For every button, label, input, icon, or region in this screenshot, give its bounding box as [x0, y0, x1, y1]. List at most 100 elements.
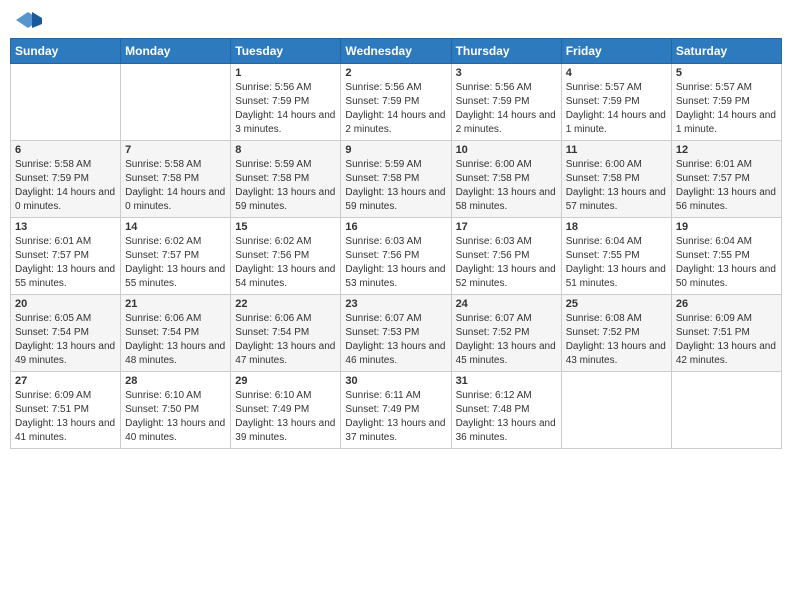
- day-detail: Sunrise: 6:04 AM Sunset: 7:55 PM Dayligh…: [676, 235, 777, 291]
- day-number: 23: [345, 298, 446, 310]
- calendar-cell: 23 Sunrise: 6:07 AM Sunset: 7:53 PM Dayli…: [341, 295, 451, 372]
- column-header-saturday: Saturday: [671, 39, 781, 64]
- day-detail: Sunrise: 5:58 AM Sunset: 7:59 PM Dayligh…: [15, 158, 116, 214]
- day-detail: Sunrise: 6:01 AM Sunset: 7:57 PM Dayligh…: [15, 235, 116, 291]
- day-detail: Sunrise: 5:59 AM Sunset: 7:58 PM Dayligh…: [235, 158, 336, 214]
- day-number: 15: [235, 221, 336, 233]
- day-number: 26: [676, 298, 777, 310]
- calendar-cell: [11, 64, 121, 141]
- calendar-cell: 30Sunrise: 6:11 AM Sunset: 7:49 PM Dayli…: [341, 372, 451, 449]
- calendar-cell: [561, 372, 671, 449]
- day-number: 25: [566, 298, 667, 310]
- day-detail: Sunrise: 6:04 AM Sunset: 7:55 PM Dayligh…: [566, 235, 667, 291]
- calendar-cell: 11Sunrise: 6:00 AM Sunset: 7:58 PM Dayli…: [561, 141, 671, 218]
- calendar-cell: 22 Sunrise: 6:06 AM Sunset: 7:54 PM Dayli…: [231, 295, 341, 372]
- calendar-cell: 26 Sunrise: 6:09 AM Sunset: 7:51 PM Dayli…: [671, 295, 781, 372]
- day-detail: Sunrise: 6:10 AM Sunset: 7:49 PM Dayligh…: [235, 389, 336, 445]
- calendar-cell: 27 Sunrise: 6:09 AM Sunset: 7:51 PM Dayli…: [11, 372, 121, 449]
- day-number: 21: [125, 298, 226, 310]
- day-number: 31: [456, 375, 557, 387]
- column-header-sunday: Sunday: [11, 39, 121, 64]
- calendar-cell: 25 Sunrise: 6:08 AM Sunset: 7:52 PM Dayli…: [561, 295, 671, 372]
- day-number: 28: [125, 375, 226, 387]
- day-detail: Sunrise: 6:02 AM Sunset: 7:56 PM Dayligh…: [235, 235, 336, 291]
- column-header-thursday: Thursday: [451, 39, 561, 64]
- calendar-table: SundayMondayTuesdayWednesdayThursdayFrid…: [10, 38, 782, 449]
- day-detail: Sunrise: 6:06 AM Sunset: 7:54 PM Dayligh…: [125, 312, 226, 368]
- day-detail: Sunrise: 6:10 AM Sunset: 7:50 PM Dayligh…: [125, 389, 226, 445]
- column-header-tuesday: Tuesday: [231, 39, 341, 64]
- calendar-cell: 24 Sunrise: 6:07 AM Sunset: 7:52 PM Dayli…: [451, 295, 561, 372]
- day-number: 29: [235, 375, 336, 387]
- calendar-cell: 13 Sunrise: 6:01 AM Sunset: 7:57 PM Dayli…: [11, 218, 121, 295]
- calendar-cell: 20 Sunrise: 6:05 AM Sunset: 7:54 PM Dayli…: [11, 295, 121, 372]
- day-detail: Sunrise: 6:01 AM Sunset: 7:57 PM Dayligh…: [676, 158, 777, 214]
- day-detail: Sunrise: 5:56 AM Sunset: 7:59 PM Dayligh…: [345, 81, 446, 137]
- calendar-cell: 3 Sunrise: 5:56 AM Sunset: 7:59 PM Daylig…: [451, 64, 561, 141]
- calendar-week-row: 20 Sunrise: 6:05 AM Sunset: 7:54 PM Dayli…: [11, 295, 782, 372]
- day-number: 20: [15, 298, 116, 310]
- day-number: 30: [345, 375, 446, 387]
- day-number: 11: [566, 144, 667, 156]
- day-number: 10: [456, 144, 557, 156]
- calendar-cell: 19 Sunrise: 6:04 AM Sunset: 7:55 PM Dayli…: [671, 218, 781, 295]
- column-header-wednesday: Wednesday: [341, 39, 451, 64]
- page-header: [10, 10, 782, 30]
- day-detail: Sunrise: 5:56 AM Sunset: 7:59 PM Dayligh…: [235, 81, 336, 137]
- logo: [14, 10, 46, 30]
- calendar-cell: 9 Sunrise: 5:59 AM Sunset: 7:58 PM Daylig…: [341, 141, 451, 218]
- day-number: 3: [456, 67, 557, 79]
- calendar-cell: 29 Sunrise: 6:10 AM Sunset: 7:49 PM Dayli…: [231, 372, 341, 449]
- day-detail: Sunrise: 6:00 AM Sunset: 7:58 PM Dayligh…: [456, 158, 557, 214]
- day-number: 2: [345, 67, 446, 79]
- day-detail: Sunrise: 6:05 AM Sunset: 7:54 PM Dayligh…: [15, 312, 116, 368]
- calendar-cell: 16 Sunrise: 6:03 AM Sunset: 7:56 PM Dayli…: [341, 218, 451, 295]
- day-number: 9: [345, 144, 446, 156]
- column-header-friday: Friday: [561, 39, 671, 64]
- calendar-cell: 8 Sunrise: 5:59 AM Sunset: 7:58 PM Daylig…: [231, 141, 341, 218]
- day-detail: Sunrise: 6:07 AM Sunset: 7:53 PM Dayligh…: [345, 312, 446, 368]
- day-detail: Sunrise: 6:09 AM Sunset: 7:51 PM Dayligh…: [15, 389, 116, 445]
- day-number: 13: [15, 221, 116, 233]
- calendar-cell: 2 Sunrise: 5:56 AM Sunset: 7:59 PM Daylig…: [341, 64, 451, 141]
- day-number: 5: [676, 67, 777, 79]
- day-number: 7: [125, 144, 226, 156]
- day-detail: Sunrise: 5:59 AM Sunset: 7:58 PM Dayligh…: [345, 158, 446, 214]
- day-number: 14: [125, 221, 226, 233]
- day-detail: Sunrise: 6:12 AM Sunset: 7:48 PM Dayligh…: [456, 389, 557, 445]
- calendar-cell: 14 Sunrise: 6:02 AM Sunset: 7:57 PM Dayli…: [121, 218, 231, 295]
- day-detail: Sunrise: 5:58 AM Sunset: 7:58 PM Dayligh…: [125, 158, 226, 214]
- day-number: 8: [235, 144, 336, 156]
- day-detail: Sunrise: 6:07 AM Sunset: 7:52 PM Dayligh…: [456, 312, 557, 368]
- calendar-cell: 21 Sunrise: 6:06 AM Sunset: 7:54 PM Dayli…: [121, 295, 231, 372]
- day-number: 4: [566, 67, 667, 79]
- day-detail: Sunrise: 6:03 AM Sunset: 7:56 PM Dayligh…: [345, 235, 446, 291]
- calendar-cell: 28 Sunrise: 6:10 AM Sunset: 7:50 PM Dayli…: [121, 372, 231, 449]
- calendar-cell: 1Sunrise: 5:56 AM Sunset: 7:59 PM Daylig…: [231, 64, 341, 141]
- day-number: 18: [566, 221, 667, 233]
- day-number: 12: [676, 144, 777, 156]
- calendar-week-row: 6Sunrise: 5:58 AM Sunset: 7:59 PM Daylig…: [11, 141, 782, 218]
- calendar-cell: [671, 372, 781, 449]
- calendar-cell: 10 Sunrise: 6:00 AM Sunset: 7:58 PM Dayli…: [451, 141, 561, 218]
- day-detail: Sunrise: 6:08 AM Sunset: 7:52 PM Dayligh…: [566, 312, 667, 368]
- logo-icon: [14, 10, 42, 30]
- day-detail: Sunrise: 6:06 AM Sunset: 7:54 PM Dayligh…: [235, 312, 336, 368]
- day-detail: Sunrise: 5:57 AM Sunset: 7:59 PM Dayligh…: [566, 81, 667, 137]
- calendar-cell: 15 Sunrise: 6:02 AM Sunset: 7:56 PM Dayli…: [231, 218, 341, 295]
- day-number: 16: [345, 221, 446, 233]
- column-header-monday: Monday: [121, 39, 231, 64]
- day-detail: Sunrise: 6:09 AM Sunset: 7:51 PM Dayligh…: [676, 312, 777, 368]
- day-number: 17: [456, 221, 557, 233]
- day-detail: Sunrise: 6:02 AM Sunset: 7:57 PM Dayligh…: [125, 235, 226, 291]
- calendar-cell: 17 Sunrise: 6:03 AM Sunset: 7:56 PM Dayli…: [451, 218, 561, 295]
- day-detail: Sunrise: 5:56 AM Sunset: 7:59 PM Dayligh…: [456, 81, 557, 137]
- day-detail: Sunrise: 6:03 AM Sunset: 7:56 PM Dayligh…: [456, 235, 557, 291]
- calendar-cell: 6Sunrise: 5:58 AM Sunset: 7:59 PM Daylig…: [11, 141, 121, 218]
- day-number: 27: [15, 375, 116, 387]
- day-number: 19: [676, 221, 777, 233]
- day-number: 24: [456, 298, 557, 310]
- day-number: 22: [235, 298, 336, 310]
- calendar-cell: 5Sunrise: 5:57 AM Sunset: 7:59 PM Daylig…: [671, 64, 781, 141]
- calendar-cell: 31 Sunrise: 6:12 AM Sunset: 7:48 PM Dayli…: [451, 372, 561, 449]
